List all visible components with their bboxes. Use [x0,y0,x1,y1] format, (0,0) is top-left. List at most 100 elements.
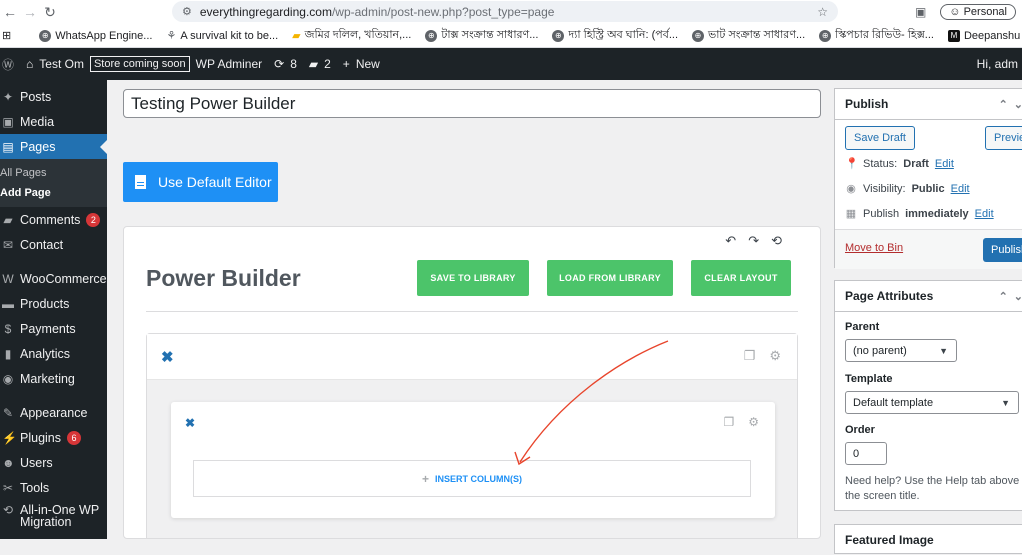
bar-chart-icon: ▮ [4,346,12,361]
menu-item-pages[interactable]: ▤ Pages [0,134,107,159]
menu-item-comments[interactable]: ▰ Comments 2 [0,207,107,232]
bookmark-item[interactable]: ⚘ A survival kit to be... [166,29,278,43]
edit-visibility-link[interactable]: Edit [951,183,970,195]
menu-label: Analytics [20,346,71,361]
menu-item-marketing[interactable]: ◉ Marketing [0,366,107,391]
bookmark-item[interactable]: ⊕ দ্যা হিস্ট্রি অব ঘানি: (পর্ব... [552,26,678,45]
address-bar[interactable]: ⚙ everythingregarding.com/wp-admin/post-… [172,1,838,22]
preview-button[interactable]: Preview [985,126,1022,150]
pages-icon: ▤ [2,139,14,154]
admin-menu: ✦ Posts ▣ Media ▤ Pages All Pages Add Page … [0,80,107,539]
clear-layout-button[interactable]: CLEAR LAYOUT [691,260,791,296]
bookmark-item[interactable]: ⊕ স্কিপচার রিভিউ- হিক্স... [819,26,934,45]
submenu-all-pages[interactable]: All Pages [0,163,107,183]
menu-item-woocommerce[interactable]: W WooCommerce [0,266,107,291]
bookmark-label: দ্যা হিস্ট্রি অব ঘানি: (পর্ব... [568,29,679,41]
media-icon: ▣ [2,114,14,129]
back-icon[interactable]: ← [0,4,20,20]
page-attributes-heading: Page Attributes ⌃⌄ [835,281,1022,312]
comment-icon: ▰ [3,212,13,227]
menu-label: Media [20,114,55,129]
remove-row-icon[interactable]: ✖ [185,416,195,430]
site-name-link[interactable]: ⌂ Test Om [26,57,84,71]
bookmark-item[interactable]: ⊕ WhatsApp Engine... [39,29,152,42]
box-collapse-icon[interactable]: ⌃⌄ [999,290,1022,303]
settings-gear-icon[interactable]: ⚙ [769,348,781,364]
publish-button[interactable]: Publish [983,238,1022,262]
menu-item-tools[interactable]: ✂ Tools [0,475,107,500]
post-title-input[interactable] [123,89,821,118]
home-icon: ⌂ [26,57,34,71]
updates-link[interactable]: ⟳ 8 [274,57,297,71]
reload-icon[interactable]: ↻ [40,4,60,21]
extensions-icon[interactable]: ▣ [915,5,926,19]
redo-icon[interactable]: ↷ [748,233,759,249]
store-badge[interactable]: Store coming soon [89,56,190,72]
save-to-library-button[interactable]: SAVE TO LIBRARY [417,260,529,296]
edit-schedule-link[interactable]: Edit [975,208,994,220]
bookmark-item[interactable]: ⊕ টাক্স সংক্রান্ত সাধারণ... [425,26,538,45]
history-icon[interactable]: ⟲ [771,233,782,249]
menu-item-products[interactable]: ▬ Products [0,291,107,316]
profile-chip[interactable]: ☺ Personal [940,4,1016,20]
apps-grid-icon[interactable]: ⊞ [2,29,11,42]
status-label: Status: [863,157,898,170]
menu-item-payments[interactable]: $ Payments [0,316,107,341]
menu-item-users[interactable]: ☻ Users [0,450,107,475]
forward-icon[interactable]: → [20,4,40,20]
menu-label: Tools [20,480,50,495]
menu-item-posts[interactable]: ✦ Posts [0,84,107,109]
menu-item-media[interactable]: ▣ Media [0,109,107,134]
new-label: New [355,57,380,71]
globe-icon: ⊕ [692,29,705,42]
section-tools: ❐ ⚙ [744,348,781,364]
menu-item-plugins[interactable]: ⚡ Plugins 6 [0,425,107,450]
insert-column-button[interactable]: + INSERT COLUMN(S) [193,460,751,497]
settings-gear-icon[interactable]: ⚙ [748,415,759,429]
wp-adminer-link[interactable]: WP Adminer [196,57,262,71]
archive-icon: ▬ [2,296,14,311]
publish-box: Publish ⌃⌄ Save Draft Preview 📍 Status: … [834,88,1022,269]
account-greeting[interactable]: Hi, adm [977,57,1018,71]
site-info-icon[interactable]: ⚙ [182,5,192,18]
wrench-icon: ✂ [2,480,14,495]
bookmark-item[interactable]: ▰ জমির দলিল, খতিয়ান,... [292,26,411,45]
edit-status-link[interactable]: Edit [935,158,954,170]
visibility-value: Public [911,182,945,195]
duplicate-icon[interactable]: ❐ [723,415,734,429]
save-draft-button[interactable]: Save Draft [845,126,915,150]
use-default-editor-button[interactable]: Use Default Editor [123,162,278,202]
duplicate-icon[interactable]: ❐ [744,348,756,364]
bookmark-label: টাক্স সংক্রান্ত সাধারণ... [441,29,539,41]
move-to-bin-link[interactable]: Move to Bin [845,242,903,254]
menu-item-analytics[interactable]: ▮ Analytics [0,341,107,366]
new-content-link[interactable]: + New [343,57,380,71]
menu-item-contact[interactable]: ✉ Contact [0,232,107,257]
menu-label: Marketing [20,371,75,386]
bookmark-item[interactable]: ⊕ ভাট সংক্রান্ত সাধারণ... [692,26,805,45]
pin-icon: ✦ [2,89,14,104]
template-select[interactable]: Default template ▼ [845,391,1019,414]
bookmark-item[interactable]: MDeepanshu Giri –... [947,29,1022,42]
comments-count: 2 [324,57,331,71]
parent-value: (no parent) [853,344,907,357]
submenu-add-page[interactable]: Add Page [0,183,107,203]
pages-submenu: All Pages Add Page [0,159,107,207]
comments-link[interactable]: ▰ 2 [309,57,331,71]
load-from-library-button[interactable]: LOAD FROM LIBRARY [547,260,673,296]
order-input[interactable]: 0 [845,442,887,465]
menu-item-migration[interactable]: ⟲ All-in-One WP Migration [0,500,107,534]
remove-section-icon[interactable]: ✖ [161,348,174,366]
box-collapse-icon[interactable]: ⌃⌄ [999,98,1022,111]
parent-select[interactable]: (no parent) ▼ [845,339,957,362]
pin-icon: 📍 [845,158,859,170]
plus-icon: + [421,471,429,486]
status-value: Draft [903,157,929,170]
bookmark-label: Deepanshu Giri –... [963,29,1022,42]
globe-icon: ⊕ [425,29,438,42]
globe-icon: ⊕ [819,29,832,42]
wordpress-logo-icon[interactable]: Ⓦ [2,56,14,73]
bookmark-star-icon[interactable]: ☆ [817,5,828,19]
menu-item-appearance[interactable]: ✎ Appearance [0,400,107,425]
undo-icon[interactable]: ↶ [725,233,736,249]
